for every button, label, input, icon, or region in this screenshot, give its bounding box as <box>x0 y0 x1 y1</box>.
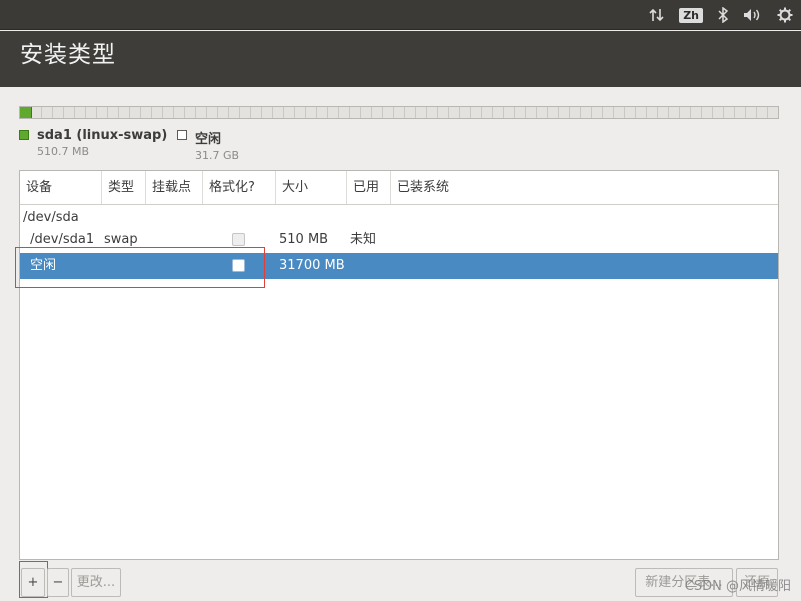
window-header: 安装类型 <box>0 31 801 87</box>
column-header-used[interactable]: 已用 <box>347 171 391 204</box>
legend-name: sda1 (linux-swap) <box>37 128 168 143</box>
system-tray: Zh <box>649 5 793 25</box>
bluetooth-icon[interactable] <box>717 7 729 23</box>
column-header-size[interactable]: 大小 <box>276 171 347 204</box>
top-panel: Zh <box>0 0 801 30</box>
input-method-indicator[interactable]: Zh <box>679 7 703 23</box>
legend-size: 510.7 MB <box>37 145 90 158</box>
column-header-type[interactable]: 类型 <box>102 171 146 204</box>
cell-type: swap <box>104 232 138 247</box>
table-row-selected[interactable]: 空闲 31700 MB <box>20 253 778 279</box>
legend-swatch-free <box>177 130 187 140</box>
legend-item-swap: sda1 (linux-swap) 510.7 MB <box>19 128 167 158</box>
cell-device: 空闲 <box>30 258 57 273</box>
change-partition-button[interactable]: 更改... <box>71 568 121 597</box>
watermark-text: CSDN @风情暖阳 <box>684 579 791 594</box>
table-header: 设备 类型 挂载点 格式化? 大小 已用 已装系统 <box>20 171 778 205</box>
gear-icon[interactable] <box>777 7 793 23</box>
volume-icon[interactable] <box>743 7 763 23</box>
cell-size: 510 MB <box>279 232 329 247</box>
legend-name: 空闲 <box>195 132 222 147</box>
table-row[interactable]: /dev/sda1 swap 510 MB 未知 <box>20 227 778 253</box>
format-checkbox[interactable] <box>232 259 245 272</box>
page-title: 安装类型 <box>20 42 116 68</box>
remove-partition-button[interactable]: − <box>47 568 69 597</box>
partition-bar-swap-segment <box>20 107 33 118</box>
column-header-device[interactable]: 设备 <box>20 171 102 204</box>
cell-size: 31700 MB <box>279 258 345 273</box>
partition-bar <box>19 106 779 119</box>
cell-device: /dev/sda1 <box>26 232 95 247</box>
column-header-mount[interactable]: 挂载点 <box>146 171 203 204</box>
legend-size: 31.7 GB <box>195 149 240 162</box>
add-partition-button[interactable]: + <box>21 568 45 597</box>
format-checkbox[interactable] <box>232 233 245 246</box>
partition-table: 设备 类型 挂载点 格式化? 大小 已用 已装系统 /dev/sda /dev/… <box>19 170 779 560</box>
legend-swatch-swap <box>19 130 29 140</box>
cell-used: 未知 <box>350 232 377 247</box>
column-header-format[interactable]: 格式化? <box>203 171 276 204</box>
column-header-system[interactable]: 已装系统 <box>391 171 778 204</box>
network-arrows-icon[interactable] <box>649 7 665 23</box>
legend-item-free: 空闲 31.7 GB <box>177 128 239 162</box>
